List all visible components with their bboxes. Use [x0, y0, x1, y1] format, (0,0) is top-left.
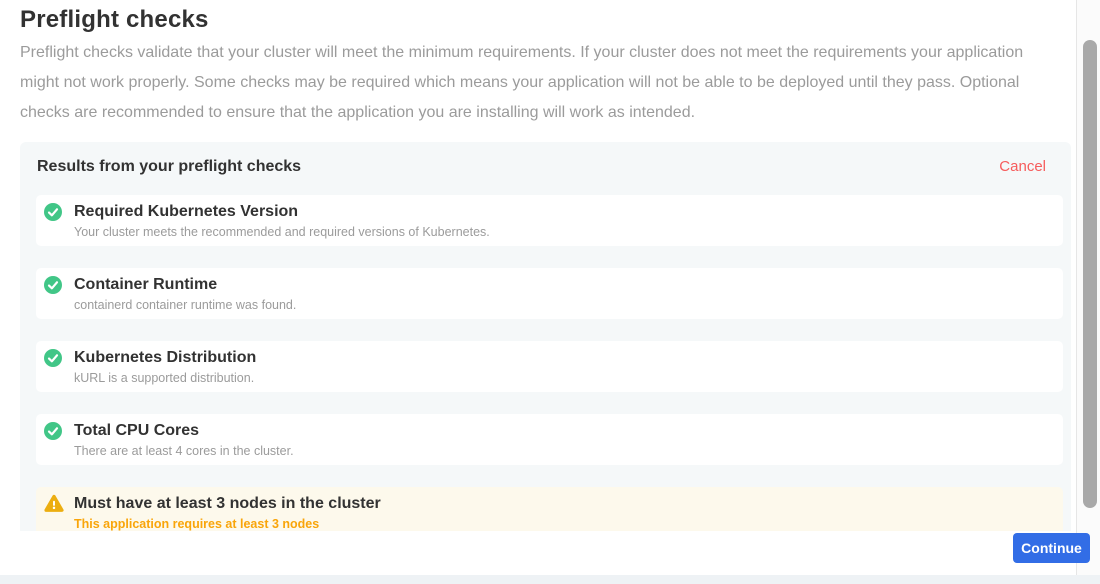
- check-description: This application requires at least 3 nod…: [74, 518, 381, 531]
- check-status-icon-slot: [44, 203, 62, 221]
- check-circle-icon: [44, 349, 62, 367]
- continue-button[interactable]: Continue: [1013, 533, 1090, 563]
- check-description: There are at least 4 cores in the cluste…: [74, 445, 294, 458]
- check-description: Your cluster meets the recommended and r…: [74, 226, 490, 239]
- check-status-icon-slot: [44, 349, 62, 367]
- warning-triangle-icon: [44, 494, 64, 513]
- check-item: Required Kubernetes Version Your cluster…: [36, 195, 1063, 246]
- check-status-icon-slot: [44, 276, 62, 294]
- check-description: containerd container runtime was found.: [74, 299, 296, 312]
- check-status-icon-slot: [44, 495, 62, 513]
- scrollbar-thumb[interactable]: [1083, 40, 1097, 508]
- check-text: Total CPU Cores There are at least 4 cor…: [74, 422, 294, 458]
- check-item: Container Runtime containerd container r…: [36, 268, 1063, 319]
- check-circle-icon: [44, 422, 62, 440]
- check-title: Required Kubernetes Version: [74, 203, 490, 220]
- check-text: Kubernetes Distribution kURL is a suppor…: [74, 349, 256, 385]
- check-item: Kubernetes Distribution kURL is a suppor…: [36, 341, 1063, 392]
- preflight-results-panel: Results from your preflight checks Cance…: [20, 142, 1071, 531]
- check-title: Must have at least 3 nodes in the cluste…: [74, 495, 381, 512]
- check-text: Container Runtime containerd container r…: [74, 276, 296, 312]
- panel-header-row: Results from your preflight checks Cance…: [20, 142, 1071, 176]
- check-circle-icon: [44, 276, 62, 294]
- check-list: Required Kubernetes Version Your cluster…: [20, 195, 1071, 531]
- check-item: Total CPU Cores There are at least 4 cor…: [36, 414, 1063, 465]
- check-text: Required Kubernetes Version Your cluster…: [74, 203, 490, 239]
- check-title: Total CPU Cores: [74, 422, 294, 439]
- check-title: Container Runtime: [74, 276, 296, 293]
- page-description: Preflight checks validate that your clus…: [20, 38, 1066, 128]
- check-text: Must have at least 3 nodes in the cluste…: [74, 495, 381, 531]
- page-title: Preflight checks: [20, 6, 209, 34]
- check-title: Kubernetes Distribution: [74, 349, 256, 366]
- footer-bar: Continue: [0, 531, 1076, 575]
- panel-heading: Results from your preflight checks: [37, 158, 301, 176]
- check-item: Must have at least 3 nodes in the cluste…: [36, 487, 1063, 531]
- bottom-strip: [0, 575, 1100, 584]
- cancel-button[interactable]: Cancel: [999, 158, 1046, 175]
- check-description: kURL is a supported distribution.: [74, 372, 256, 385]
- scrollbar-track[interactable]: [1076, 0, 1100, 575]
- check-status-icon-slot: [44, 422, 62, 440]
- check-circle-icon: [44, 203, 62, 221]
